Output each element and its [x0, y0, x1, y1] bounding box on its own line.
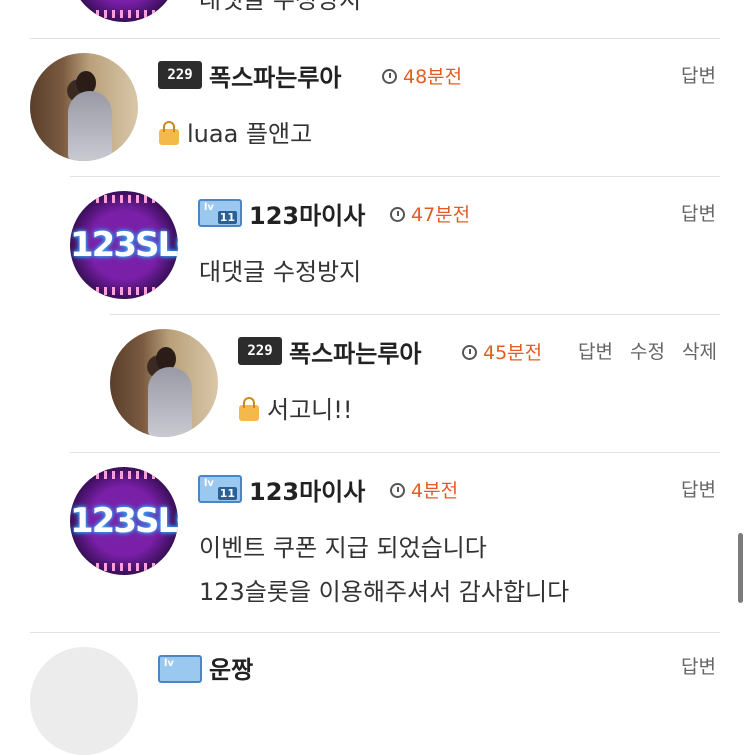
level-badge-icon: 229: [238, 337, 282, 365]
avatar-lights: [80, 563, 168, 571]
comment-line: 서고니!!: [267, 396, 353, 424]
comment-time: 48분전: [382, 62, 462, 89]
comment-text: 이벤트 쿠폰 지급 되었습니다: [199, 534, 487, 562]
avatar[interactable]: [70, 0, 178, 22]
lv-number: 11: [217, 487, 237, 500]
divider: [30, 632, 720, 633]
level-badge-icon: lv 11: [198, 475, 242, 503]
clock-icon: [390, 207, 405, 222]
comment-time: 45분전: [462, 338, 542, 365]
time-label: 45분전: [483, 342, 543, 364]
lv-label: lv: [164, 658, 174, 669]
comment-text: 서고니!!: [239, 388, 352, 432]
avatar[interactable]: [30, 647, 138, 755]
avatar-photo-coat: [68, 91, 112, 161]
avatar-lights: [80, 287, 168, 295]
reply-button[interactable]: 답변: [578, 337, 613, 364]
reply-button[interactable]: 답변: [681, 652, 716, 679]
delete-button[interactable]: 삭제: [682, 337, 717, 364]
avatar-lights: [80, 195, 168, 203]
lv-label: lv: [204, 202, 214, 213]
clock-icon: [462, 345, 477, 360]
comment-author[interactable]: 폭스파는루아: [289, 334, 421, 369]
comment-text: 대댓글 수정방지: [199, 258, 362, 286]
lock-icon: [239, 397, 259, 421]
avatar[interactable]: [30, 53, 138, 161]
avatar-lights: [80, 471, 168, 479]
avatar[interactable]: 123SLOT: [70, 191, 178, 299]
edit-button[interactable]: 수정: [630, 337, 665, 364]
avatar-logo-text: 123SLOT: [70, 501, 178, 541]
avatar-logo-text: 123SLOT: [70, 225, 178, 265]
level-badge-icon: lv 11: [198, 199, 242, 227]
reply-button[interactable]: 답변: [681, 61, 716, 88]
avatar-photo-coat: [148, 367, 192, 437]
comment-time: 47분전: [390, 200, 470, 227]
comment-author[interactable]: 운짱: [209, 650, 253, 685]
lv-label: lv: [204, 478, 214, 489]
divider: [110, 314, 720, 315]
lock-icon: [159, 121, 179, 145]
reply-button[interactable]: 답변: [681, 199, 716, 226]
clock-icon: [382, 69, 397, 84]
comment-author[interactable]: 123마이사: [249, 472, 365, 507]
lv-number: 11: [217, 211, 237, 224]
avatar[interactable]: 123SLOT: [70, 467, 178, 575]
time-label: 47분전: [411, 204, 471, 226]
divider: [70, 176, 720, 177]
comment-line: luaa 플앤고: [187, 120, 313, 148]
reply-button[interactable]: 답변: [681, 475, 716, 502]
time-label: 4분전: [411, 480, 459, 502]
comment-text: 대댓글 수정방지: [199, 0, 362, 14]
comment-time: 4분전: [390, 476, 458, 503]
avatar[interactable]: [110, 329, 218, 437]
level-badge-icon: lv: [158, 655, 202, 683]
divider: [70, 452, 720, 453]
clock-icon: [390, 483, 405, 498]
divider: [30, 38, 720, 39]
comment-text: 123슬롯을 이용해주셔서 감사합니다: [199, 578, 570, 606]
scrollbar[interactable]: [738, 533, 743, 603]
comment-text: luaa 플앤고: [159, 112, 312, 156]
comment-author[interactable]: 123마이사: [249, 196, 365, 231]
level-badge-icon: 229: [158, 61, 202, 89]
avatar-lights: [80, 10, 168, 18]
time-label: 48분전: [403, 66, 463, 88]
comment-author[interactable]: 폭스파는루아: [209, 58, 341, 93]
